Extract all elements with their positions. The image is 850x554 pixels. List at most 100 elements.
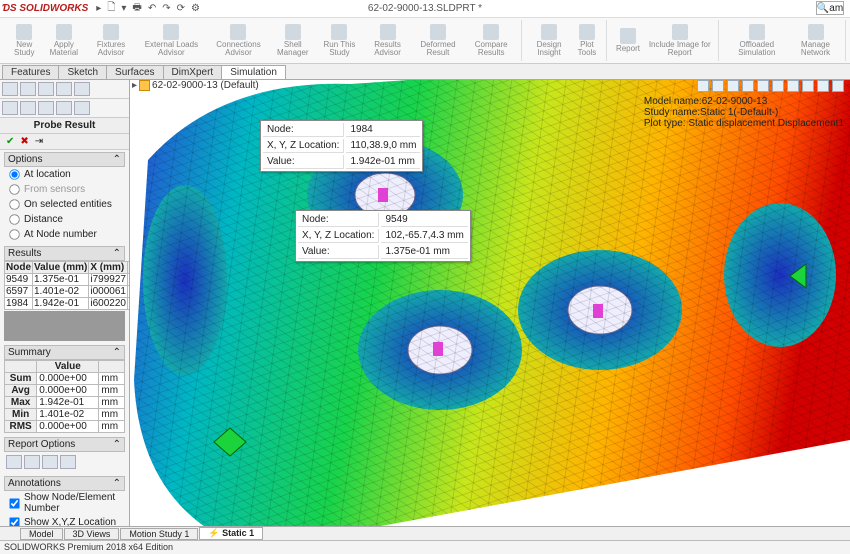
ribbon-deformed-resultbutton[interactable]: Deformed Result (413, 20, 463, 61)
flyout-tree-header[interactable]: ▸ 62-02-9000-13 (Default) (132, 80, 259, 91)
display-tab-icon[interactable] (74, 82, 90, 96)
qa-redo-icon[interactable]: ↷ (162, 3, 170, 14)
annotations-header[interactable]: Annotations⌃ (4, 476, 125, 491)
feature-tree-tab-icon[interactable] (2, 82, 18, 96)
report-options-header[interactable]: Report Options⌃ (4, 437, 125, 452)
report-icon-1[interactable] (6, 455, 22, 469)
prev-view-icon[interactable] (727, 80, 739, 92)
probe-callout-0[interactable]: Node:1984X, Y, Z Location:110,38.9,0 mmV… (260, 120, 423, 172)
edit-appearance-icon[interactable] (802, 80, 814, 92)
display-style-icon[interactable] (772, 80, 784, 92)
ribbon-fixtures-advisorbutton[interactable]: Fixtures Advisor (87, 20, 135, 61)
ribbon-include-image-for-reportbutton[interactable]: Include Image for Report (645, 20, 715, 61)
ribbon-shell-managerbutton[interactable]: Shell Manager (271, 20, 314, 61)
bottom-tab--d-views[interactable]: 3D Views (64, 528, 120, 540)
report-icon-2[interactable] (24, 455, 40, 469)
ribbon-run-this-studybutton[interactable]: Run This Study (317, 20, 363, 61)
sub-icon-3[interactable] (38, 101, 54, 115)
bottom-tab-model[interactable]: Model (20, 528, 63, 540)
results-row[interactable]: 95491.375e-01i799927i3996 (5, 274, 131, 286)
ok-button-icon[interactable]: ✔ (6, 136, 14, 147)
search-box[interactable]: 🔍am (816, 1, 844, 15)
annotation-show-node-element-number[interactable]: Show Node/Element Number (4, 491, 125, 515)
view-settings-icon[interactable] (832, 80, 844, 92)
zoom-fit-icon[interactable] (697, 80, 709, 92)
apply-scene-icon[interactable] (817, 80, 829, 92)
option-on-selected-entities[interactable]: On selected entities (4, 197, 125, 212)
ribbon-apply-materialbutton[interactable]: Apply Material (43, 20, 86, 61)
ribbon-external-loads-advisorbutton[interactable]: External Loads Advisor (137, 20, 206, 61)
command-tabs: FeaturesSketchSurfacesDimXpertSimulation (0, 64, 850, 80)
summary-row: RMS0.000e+00mm (5, 421, 125, 433)
qa-options-icon[interactable]: ⚙ (191, 3, 200, 14)
ribbon-icon (16, 24, 32, 40)
ribbon-icon (380, 24, 396, 40)
ribbon-offloaded-simulationbutton[interactable]: Offloaded Simulation (725, 20, 788, 61)
ribbon-connections-advisorbutton[interactable]: Connections Advisor (208, 20, 269, 61)
feature-manager-panel: Probe Result ✔ ✖ ⇥ Options⌃ At locationF… (0, 80, 130, 540)
sub-icon-2[interactable] (20, 101, 36, 115)
ribbon-label: Connections Advisor (208, 41, 269, 57)
ribbon-plot-toolsbutton[interactable]: Plot Tools (572, 20, 602, 61)
option-radio[interactable] (9, 184, 19, 194)
config-tab-icon[interactable] (38, 82, 54, 96)
tab-surfaces[interactable]: Surfaces (106, 65, 163, 79)
tab-dimxpert[interactable]: DimXpert (163, 65, 223, 79)
hide-show-icon[interactable] (787, 80, 799, 92)
ribbon-icon (620, 28, 636, 44)
ribbon-label: Fixtures Advisor (87, 41, 135, 57)
option-radio[interactable] (9, 229, 19, 239)
summary-row: Max1.942e-01mm (5, 397, 125, 409)
tab-sketch[interactable]: Sketch (58, 65, 107, 79)
option-at-node-number[interactable]: At Node number (4, 227, 125, 242)
options-section-header[interactable]: Options⌃ (4, 152, 125, 167)
report-icon-3[interactable] (42, 455, 58, 469)
pin-button-icon[interactable]: ⇥ (35, 136, 43, 147)
option-radio[interactable] (9, 199, 19, 209)
dimxpert-tab-icon[interactable] (56, 82, 72, 96)
qa-save-icon[interactable]: ▾ (121, 3, 126, 14)
ribbon-reportbutton[interactable]: Report (613, 20, 643, 61)
ok-cancel-row: ✔ ✖ ⇥ (0, 134, 129, 150)
sub-icon-5[interactable] (74, 101, 90, 115)
ribbon-icon (430, 24, 446, 40)
ribbon-results-advisorbutton[interactable]: Results Advisor (364, 20, 410, 61)
ribbon-compare-resultsbutton[interactable]: Compare Results (465, 20, 517, 61)
qa-open-icon[interactable]: 🗋 (107, 0, 115, 17)
probe-callout-1[interactable]: Node:9549X, Y, Z Location:102,-65.7,4.3 … (295, 210, 471, 262)
results-row[interactable]: 65971.401e-02i000061i5453 (5, 286, 131, 298)
qa-new-icon[interactable]: ▸ (96, 3, 101, 14)
summary-row: Avg0.000e+00mm (5, 385, 125, 397)
cancel-button-icon[interactable]: ✖ (20, 136, 28, 147)
option-radio[interactable] (9, 214, 19, 224)
tab-simulation[interactable]: Simulation (221, 65, 286, 79)
results-section-header[interactable]: Results⌃ (4, 246, 125, 261)
section-view-icon[interactable] (742, 80, 754, 92)
sub-icon-4[interactable] (56, 101, 72, 115)
sub-icon-1[interactable] (2, 101, 18, 115)
results-row[interactable]: 19841.942e-01i600220i0001 (5, 298, 131, 310)
ribbon-manage-networkbutton[interactable]: Manage Network (790, 20, 841, 61)
ribbon-icon (230, 24, 246, 40)
view-orientation-icon[interactable] (757, 80, 769, 92)
qa-rebuild-icon[interactable]: ⟳ (177, 3, 185, 14)
bottom-tab-motion-study-[interactable]: Motion Study 1 (120, 528, 198, 540)
option-radio[interactable] (9, 169, 19, 179)
summary-section-header[interactable]: Summary⌃ (4, 345, 125, 360)
ribbon-design-insightbutton[interactable]: Design Insight (528, 20, 570, 61)
report-icon-4[interactable] (60, 455, 76, 469)
graphics-viewport[interactable]: ▸ 62-02-9000-13 (Default) Model name:62-… (130, 80, 850, 540)
tab-features[interactable]: Features (2, 65, 59, 79)
option-at-location[interactable]: At location (4, 167, 125, 182)
ribbon-label: Deformed Result (413, 41, 463, 57)
bottom-tab-static-[interactable]: ⚡ Static 1 (199, 527, 263, 540)
ribbon-label: Offloaded Simulation (725, 41, 788, 57)
ribbon-new-studybutton[interactable]: New Study (8, 20, 41, 61)
annotation-checkbox[interactable] (9, 498, 19, 508)
qa-print-icon[interactable]: 🖶 (132, 0, 141, 17)
zoom-area-icon[interactable] (712, 80, 724, 92)
property-manager-tab-icon[interactable] (20, 82, 36, 96)
option-from-sensors[interactable]: From sensors (4, 182, 125, 197)
qa-undo-icon[interactable]: ↶ (148, 3, 156, 14)
option-distance[interactable]: Distance (4, 212, 125, 227)
